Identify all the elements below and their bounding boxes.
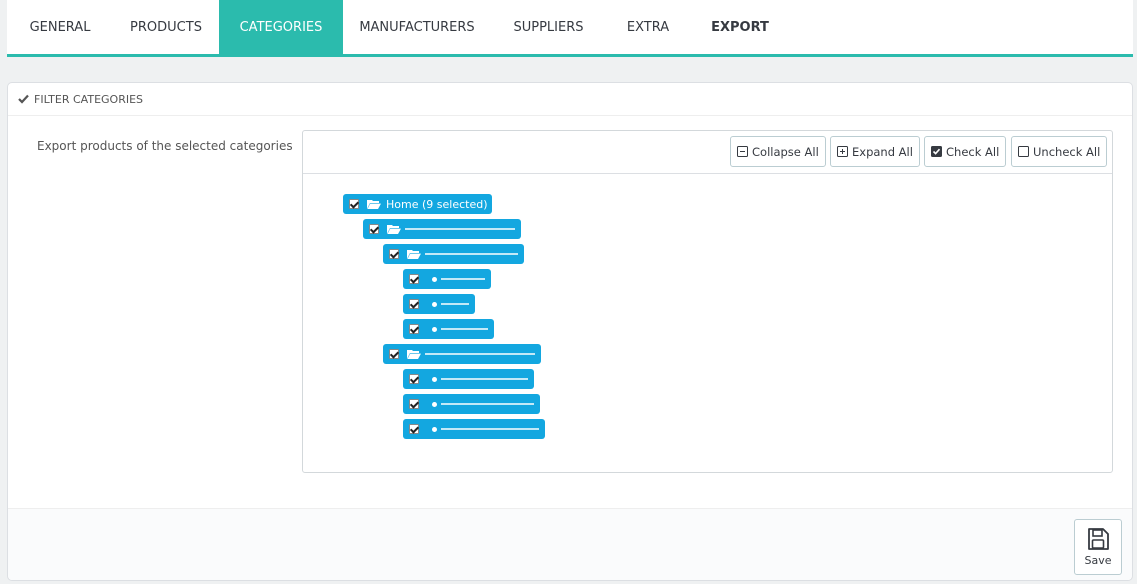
node-checkbox[interactable]: [409, 299, 419, 309]
tree-toolbar: Collapse All Expand All Check All Unchec…: [303, 131, 1112, 174]
leaf-dot-icon: [432, 426, 437, 432]
tree-node[interactable]: [363, 219, 521, 239]
leaf-dot-icon: [432, 401, 437, 407]
tab-suppliers[interactable]: SUPPLIERS: [491, 0, 606, 54]
empty-square-icon: [1018, 146, 1029, 157]
node-checkbox[interactable]: [389, 249, 399, 259]
tree-node[interactable]: [403, 294, 475, 314]
tree-node[interactable]: [403, 419, 545, 439]
tab-products[interactable]: PRODUCTS: [113, 0, 219, 54]
node-checkbox[interactable]: [409, 274, 419, 284]
leaf-dot-icon: [432, 301, 437, 307]
tab-manufacturers[interactable]: MANUFACTURERS: [343, 0, 491, 54]
panel-footer: Save: [8, 508, 1132, 580]
node-checkbox[interactable]: [349, 199, 359, 209]
filter-categories-panel: FILTER CATEGORIES Export products of the…: [7, 82, 1133, 581]
tree-node[interactable]: [383, 244, 524, 264]
leaf-dot-icon: [432, 326, 437, 332]
floppy-disk-icon: [1088, 528, 1109, 550]
tab-general[interactable]: GENERAL: [7, 0, 113, 54]
redacted-label: [441, 428, 539, 430]
collapse-all-button[interactable]: Collapse All: [730, 136, 826, 167]
redacted-label: [441, 303, 469, 305]
uncheck-all-button[interactable]: Uncheck All: [1011, 136, 1108, 167]
tree-node[interactable]: [403, 319, 494, 339]
node-checkbox[interactable]: [409, 324, 419, 334]
check-icon: [18, 94, 29, 104]
tab-export[interactable]: EXPORT: [690, 0, 790, 54]
expand-all-button[interactable]: Expand All: [830, 136, 920, 167]
save-button[interactable]: Save: [1074, 519, 1122, 575]
minus-square-icon: [737, 146, 748, 157]
plus-square-icon: [837, 146, 848, 157]
redacted-label: [441, 403, 534, 405]
leaf-dot-icon: [432, 376, 437, 382]
expand-all-label: Expand All: [852, 144, 913, 159]
node-checkbox[interactable]: [409, 374, 419, 384]
folder-open-icon: [387, 225, 401, 234]
tree-node[interactable]: [403, 369, 534, 389]
node-label-home: Home (9 selected): [386, 197, 488, 211]
redacted-label: [441, 378, 528, 380]
tree-node-home[interactable]: Home (9 selected): [343, 194, 492, 214]
uncheck-all-label: Uncheck All: [1033, 144, 1101, 159]
tree-node[interactable]: [383, 344, 541, 364]
tab-extra[interactable]: EXTRA: [606, 0, 690, 54]
field-label: Export products of the selected categori…: [37, 139, 293, 153]
tree-node[interactable]: [403, 394, 540, 414]
redacted-label: [425, 253, 518, 255]
panel-title: FILTER CATEGORIES: [34, 92, 144, 106]
category-tree: Collapse All Expand All Check All Unchec…: [302, 130, 1113, 473]
node-checkbox[interactable]: [389, 349, 399, 359]
check-all-button[interactable]: Check All: [924, 136, 1007, 167]
node-checkbox[interactable]: [369, 224, 379, 234]
node-checkbox[interactable]: [409, 399, 419, 409]
panel-heading: FILTER CATEGORIES: [8, 83, 1132, 116]
node-checkbox[interactable]: [409, 424, 419, 434]
tab-categories[interactable]: CATEGORIES: [219, 0, 343, 54]
folder-open-icon: [407, 250, 421, 259]
tab-bar: GENERAL PRODUCTS CATEGORIES MANUFACTURER…: [7, 0, 1133, 57]
folder-open-icon: [367, 200, 381, 209]
redacted-label: [441, 278, 485, 280]
check-all-label: Check All: [946, 144, 1000, 159]
tree-node[interactable]: [403, 269, 491, 289]
redacted-label: [405, 228, 515, 230]
save-label: Save: [1084, 554, 1112, 567]
leaf-dot-icon: [432, 276, 437, 282]
checked-square-icon: [931, 146, 942, 157]
collapse-all-label: Collapse All: [752, 144, 819, 159]
folder-open-icon: [407, 350, 421, 359]
redacted-label: [441, 328, 488, 330]
redacted-label: [425, 353, 535, 355]
